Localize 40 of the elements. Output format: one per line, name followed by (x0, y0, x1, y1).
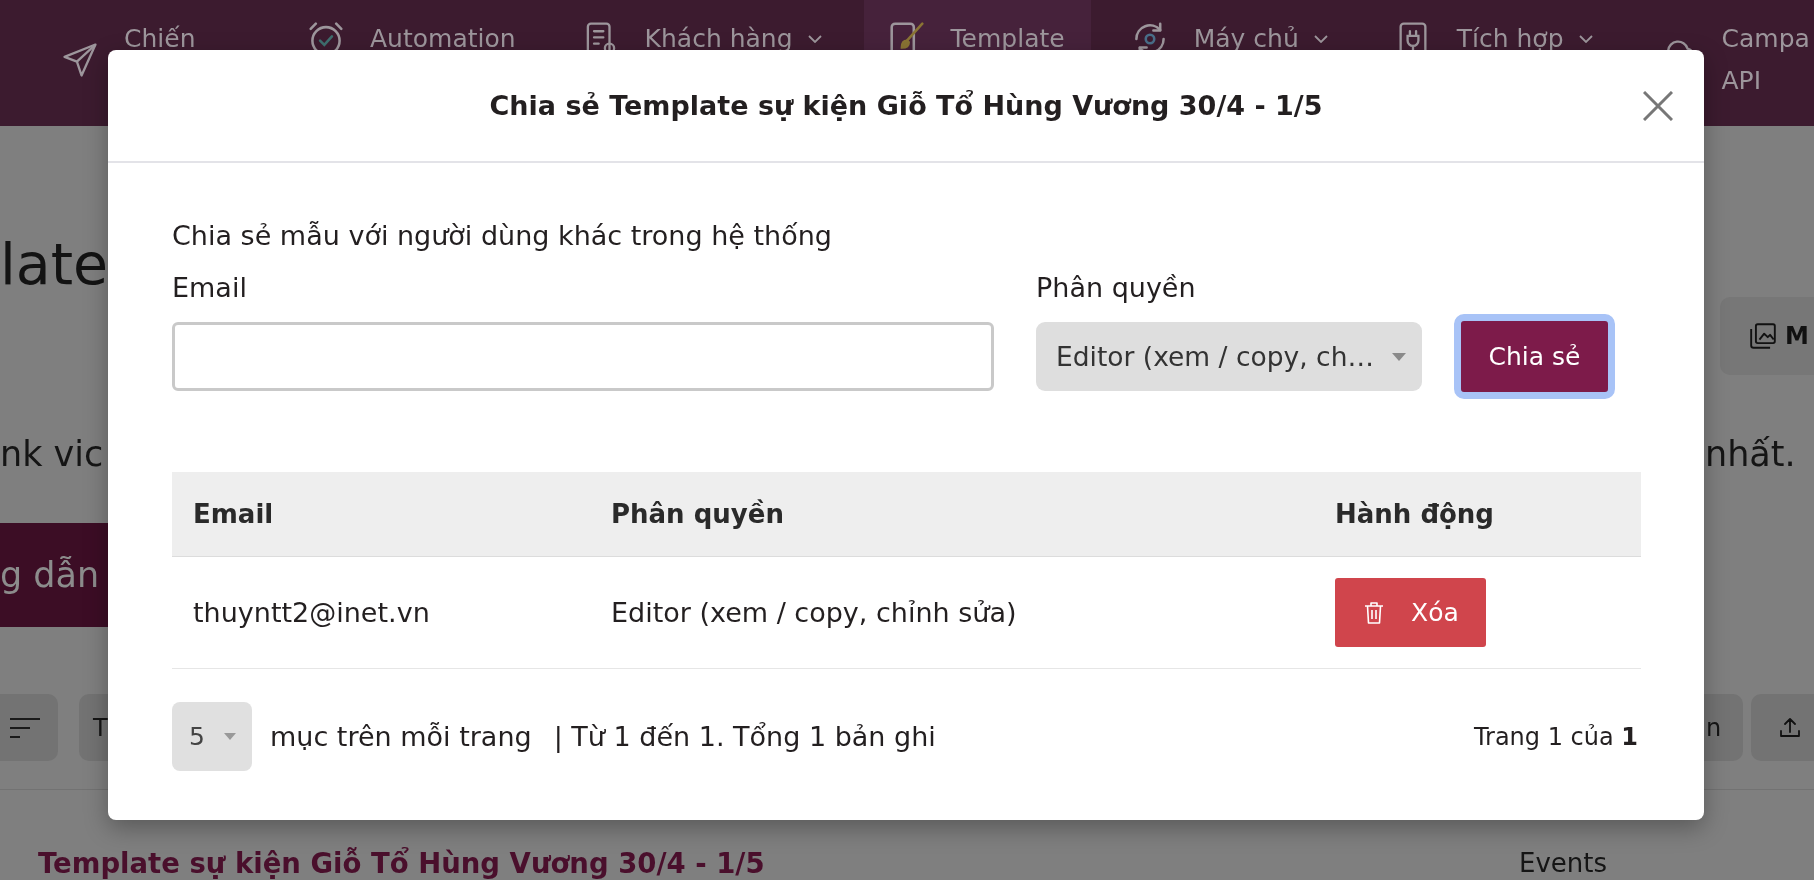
email-input[interactable] (172, 322, 994, 391)
table-cell: Editor (xem / copy, chỉnh sửa) (611, 597, 1017, 628)
delete-button[interactable]: Xóa (1335, 578, 1486, 647)
caret-down-icon (1392, 352, 1406, 361)
intro-text: nhất. (1704, 433, 1796, 476)
upload-button[interactable] (1751, 694, 1814, 761)
record-range: | Từ 1 đến 1. Tổng 1 bản ghi (553, 721, 936, 752)
nav-item[interactable]: Automation (283, 0, 542, 60)
paper-plane-icon (63, 43, 97, 77)
trash-icon (1365, 601, 1383, 624)
action-button[interactable]: n (1704, 694, 1743, 761)
page-size-select[interactable]: 5 (172, 702, 252, 771)
images-icon (1750, 323, 1776, 349)
description-text: Chia sẻ mẫu với người dùng khác trong hệ thống (172, 219, 832, 253)
intro-text: nk vic (0, 433, 104, 476)
filter-button[interactable]: T (79, 694, 108, 761)
close-button[interactable] (1643, 90, 1673, 121)
field-label: Email (172, 271, 247, 305)
media-button[interactable]: M (1720, 297, 1814, 375)
table-cell: thuyntt2@inet.vn (193, 597, 430, 628)
close-icon (1643, 90, 1673, 121)
sort-button[interactable] (0, 694, 58, 761)
template-title[interactable]: Template sự kiện Giỗ Tổ Hùng Vương 30/4 - 1/5 (38, 848, 1519, 880)
share-button[interactable]: Chia sẻ (1454, 314, 1615, 399)
page-info: Trang 1 của 1 (1473, 722, 1638, 751)
modal-title: Chia sẻ Template sự kiện Giỗ Tổ Hùng Vương 30/4 - 1/5 (489, 90, 1323, 121)
caret-down-icon (224, 733, 236, 740)
upload-icon (1780, 718, 1800, 737)
nav-item[interactable]: Chiến (37, 0, 267, 102)
column-header: Email (193, 499, 274, 529)
column-header: Phân quyền (611, 499, 784, 529)
nav-item[interactable]: Máy chủ (1106, 0, 1354, 60)
field-label: Phân quyền (1036, 271, 1196, 305)
category-label: Events (1519, 848, 1608, 880)
guide-button[interactable]: g dẫn (0, 523, 108, 627)
page-heading: late (0, 230, 109, 299)
page-size-label: mục trên mỗi trang (270, 721, 532, 752)
role-select[interactable]: Editor (xem / copy, ch… (1036, 322, 1422, 391)
column-header: Hành động (1335, 499, 1494, 529)
sort-icon (10, 717, 40, 738)
